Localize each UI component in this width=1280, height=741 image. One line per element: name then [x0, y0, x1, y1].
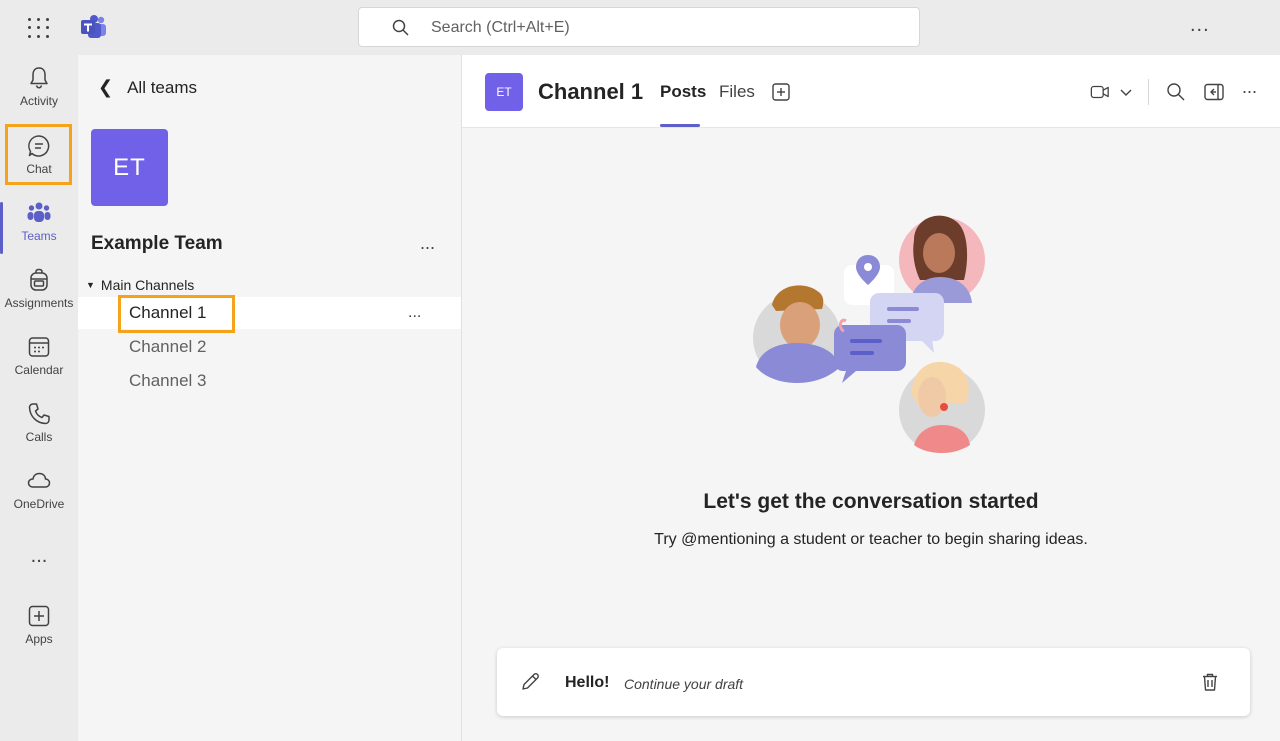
teams-icon [27, 202, 51, 222]
team-name: Example Team [91, 233, 223, 254]
channel-header: ET Channel 1 Posts Files ... [462, 55, 1280, 128]
top-bar: Search (Ctrl+Alt+E) ... [0, 0, 1280, 55]
tab-files[interactable]: Files [719, 82, 755, 102]
channel-more-options-icon[interactable]: ... [1242, 77, 1257, 98]
channel-list-panel: ❮ All teams ET Example Team ... ▼ Main Cha… [78, 55, 462, 741]
rail-item-apps[interactable]: Apps [0, 603, 78, 665]
backpack-icon [30, 268, 48, 291]
add-tab-icon[interactable] [771, 82, 791, 102]
calendar-icon [28, 337, 50, 357]
chevron-left-icon: ❮ [98, 77, 114, 97]
draft-text: Hello! [565, 674, 610, 691]
channel-main: ET Channel 1 Posts Files ... Let's get t… [462, 55, 1280, 741]
channel-item-3[interactable]: Channel 3 [78, 365, 461, 397]
more-icon: ... [30, 545, 48, 567]
channel-item-2[interactable]: Channel 2 [78, 331, 461, 363]
app-launcher-icon[interactable] [26, 16, 50, 40]
pencil-icon [522, 673, 539, 690]
cloud-icon [27, 472, 51, 488]
rail-more-button[interactable]: ... [0, 545, 78, 575]
rail-item-onedrive[interactable]: OneDrive [0, 468, 78, 530]
rail-label: Teams [21, 229, 57, 243]
empty-state-subtitle: Try @mentioning a student or teacher to … [654, 531, 1088, 548]
chevron-down-icon[interactable] [1118, 81, 1134, 103]
open-side-panel-icon[interactable] [1203, 81, 1225, 103]
channel-label: Channel 3 [129, 371, 207, 390]
draft-compose-box[interactable]: Hello! Continue your draft [497, 648, 1250, 716]
empty-state-title: Let's get the conversation started [703, 490, 1039, 513]
team-avatar: ET [91, 129, 168, 206]
rail-label: Apps [25, 632, 53, 646]
rail-item-teams[interactable]: Teams [0, 200, 78, 262]
rail-item-calendar[interactable]: Calendar [0, 334, 78, 396]
search-placeholder: Search (Ctrl+Alt+E) [431, 19, 570, 36]
trash-icon[interactable] [1199, 671, 1221, 693]
header-divider [1148, 79, 1149, 105]
channel-avatar: ET [485, 73, 523, 111]
team-more-options-icon[interactable]: ... [420, 233, 435, 254]
search-icon [392, 19, 409, 36]
teams-logo [81, 15, 106, 38]
search-icon[interactable] [1165, 81, 1187, 103]
tab-posts[interactable]: Posts [660, 82, 706, 102]
more-options-icon[interactable]: ... [1190, 14, 1210, 37]
bell-icon [30, 67, 48, 89]
rail-label: Calls [25, 430, 53, 444]
add-apps-icon [28, 605, 50, 627]
caret-down-icon: ▼ [86, 280, 95, 290]
channel-more-options-icon[interactable]: ... [408, 297, 421, 329]
phone-icon [28, 403, 50, 425]
rail-label: Assignments [4, 296, 74, 310]
back-label: All teams [127, 78, 198, 97]
rail-item-calls[interactable]: Calls [0, 401, 78, 463]
channel-highlight-box [118, 295, 235, 333]
back-to-all-teams[interactable]: ❮ All teams [98, 77, 197, 98]
rail-label: OneDrive [13, 497, 65, 511]
search-input[interactable]: Search (Ctrl+Alt+E) [358, 7, 920, 47]
draft-hint: Continue your draft [624, 676, 744, 692]
channel-label: Channel 2 [129, 337, 207, 356]
conversation-illustration [753, 215, 985, 453]
active-tab-indicator [660, 124, 700, 127]
rail-label: Calendar [14, 363, 64, 377]
section-label: Main Channels [100, 277, 195, 293]
chat-highlight-box [5, 124, 72, 185]
rail-label: Activity [19, 94, 58, 108]
channel-section-header[interactable]: ▼ Main Channels [86, 277, 194, 293]
rail-item-activity[interactable]: Activity [0, 65, 78, 127]
channel-title: Channel 1 [538, 79, 644, 104]
video-call-icon[interactable] [1090, 81, 1110, 103]
rail-item-assignments[interactable]: Assignments [0, 267, 78, 329]
